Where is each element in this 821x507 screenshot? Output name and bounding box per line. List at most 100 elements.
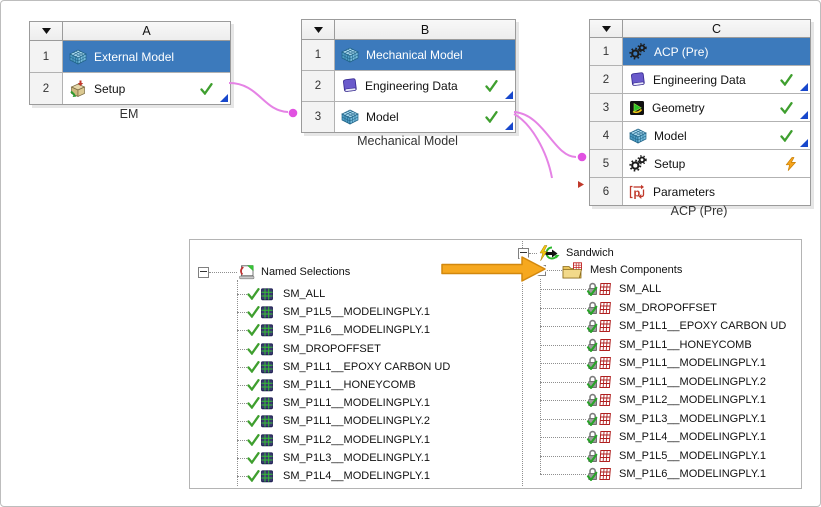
system-cell[interactable]: Model <box>623 122 810 149</box>
cell-status <box>200 82 213 95</box>
check-icon <box>485 80 498 92</box>
row-number-cell[interactable]: 1 <box>30 41 63 72</box>
tree-item[interactable]: SM_P1L1__MODELINGPLY.2 <box>237 412 430 430</box>
system-cell-selected[interactable]: External Model <box>63 41 230 72</box>
tree-branch-line <box>522 269 535 271</box>
header-dropdown-button[interactable] <box>30 22 63 40</box>
expand-collapse-toggle[interactable] <box>535 264 546 276</box>
tree-item-label: SM_P1L1__MODELINGPLY.2 <box>283 415 430 427</box>
tree-node-named-selections[interactable]: Named Selections <box>198 263 350 281</box>
row-number-cell[interactable]: 1 <box>590 38 623 65</box>
tree-item[interactable]: SM_ALL <box>540 280 661 298</box>
system-header: B <box>302 20 515 40</box>
lock-check-icon <box>586 449 599 463</box>
row-number-cell[interactable]: 5 <box>590 150 623 177</box>
system-c: C 1 ACP (Pre) 2 Engineering Data 3 Geometry 4 Mo… <box>589 19 811 206</box>
tree-vline-right-root <box>522 262 523 486</box>
expand-collapse-toggle[interactable] <box>518 247 529 259</box>
tree-item[interactable]: SM_P1L6__MODELINGPLY.1 <box>540 465 766 483</box>
tree-item[interactable]: SM_P1L5__MODELINGPLY.1 <box>237 303 430 321</box>
cell-label: Setup <box>94 81 126 96</box>
tree-item[interactable]: SM_P1L1__HONEYCOMB <box>237 376 416 394</box>
row-number-cell[interactable]: 2 <box>590 66 623 93</box>
system-a: A 1 External Model 2 Setup <box>29 21 231 105</box>
tree-item-label: SM_ALL <box>283 288 326 300</box>
tree-branch-line <box>209 271 237 273</box>
tree-node-mesh-components[interactable]: Mesh Components <box>522 261 682 279</box>
system-cell[interactable]: Geometry <box>623 94 810 121</box>
row-number-cell[interactable]: 2 <box>30 73 63 104</box>
mesh-block-icon <box>69 49 87 65</box>
tree-item[interactable]: SM_P1L4__MODELINGPLY.1 <box>540 428 766 446</box>
system-cell[interactable]: Model <box>335 102 515 132</box>
system-letter: A <box>142 24 151 38</box>
system-header: A <box>30 22 230 41</box>
tree-item[interactable]: SM_P1L1__EPOXY CARBON UD <box>237 358 450 376</box>
tree-item[interactable]: SM_P1L1__MODELINGPLY.1 <box>540 354 766 372</box>
check-icon <box>485 111 498 123</box>
tree-item[interactable]: SM_P1L4__MODELINGPLY.1 <box>237 467 430 485</box>
expand-collapse-toggle[interactable] <box>198 266 209 278</box>
tree-item[interactable]: SM_P1L5__MODELINGPLY.1 <box>540 447 766 465</box>
tree-item[interactable]: SM_P1L1__MODELINGPLY.2 <box>540 373 766 391</box>
system-cell[interactable]: Engineering Data <box>623 66 810 93</box>
tree-item[interactable]: SM_ALL <box>237 285 325 303</box>
svg-text:p: p <box>634 187 641 199</box>
tree-node-sandwich[interactable]: Sandwich <box>518 244 614 262</box>
tree-item[interactable]: SM_P1L1__EPOXY CARBON UD <box>540 317 786 335</box>
row-number-cell[interactable]: 6 <box>590 178 623 205</box>
ns-grid-icon <box>260 360 274 374</box>
tree-branch-line <box>237 384 247 386</box>
system-cell-row: 3 Model <box>302 102 515 132</box>
cell-label: Setup <box>654 156 686 171</box>
tree-item[interactable]: SM_DROPOFFSET <box>237 340 381 358</box>
tree-item[interactable]: SM_P1L3__MODELINGPLY.1 <box>237 449 430 467</box>
tree-branch-line <box>237 366 247 368</box>
tree-panel: Named Selections SM_ALL SM_P1L5__MODELINGP… <box>189 239 802 489</box>
tree-item[interactable]: SM_P1L1__MODELINGPLY.1 <box>237 394 430 412</box>
system-cell-row: 1 ACP (Pre) <box>590 38 810 66</box>
tree-item-label: Named Selections <box>261 266 351 278</box>
tree-item[interactable]: SM_P1L2__MODELINGPLY.1 <box>237 431 430 449</box>
parameters-icon: p <box>629 184 646 200</box>
row-number-cell[interactable]: 3 <box>302 102 335 132</box>
system-cell[interactable]: Setup <box>623 150 810 177</box>
tree-branch-line <box>540 325 586 327</box>
cell-label: Model <box>654 128 687 143</box>
header-dropdown-button[interactable] <box>590 20 623 37</box>
row-number-cell[interactable]: 2 <box>302 71 335 101</box>
ns-grid-icon <box>260 287 274 301</box>
tree-item-label: SM_P1L6__MODELINGPLY.1 <box>619 468 766 480</box>
cell-label: External Model <box>94 49 175 64</box>
tree-branch-line <box>540 307 586 309</box>
connector-line-b-partial <box>513 113 553 179</box>
tree-item-label: SM_P1L3__MODELINGPLY.1 <box>619 413 766 425</box>
system-cell-selected[interactable]: ACP (Pre) <box>623 38 810 65</box>
tree-item[interactable]: SM_P1L6__MODELINGPLY.1 <box>237 321 430 339</box>
system-cell[interactable]: Setup <box>63 73 230 104</box>
row-number-cell[interactable]: 3 <box>590 94 623 121</box>
cell-label: Engineering Data <box>365 79 458 93</box>
tree-item[interactable]: SM_P1L2__MODELINGPLY.1 <box>540 391 766 409</box>
row-number-cell[interactable]: 1 <box>302 40 335 70</box>
tree-item[interactable]: SM_P1L1__HONEYCOMB <box>540 336 752 354</box>
red-grid-icon <box>599 301 612 315</box>
connector-line-a-to-b <box>228 82 298 118</box>
tree-item-label: Mesh Components <box>590 264 683 276</box>
ns-grid-icon <box>260 323 274 337</box>
tree-item-label: SM_DROPOFFSET <box>619 302 717 314</box>
system-letter: C <box>711 21 722 36</box>
tree-branch-line <box>237 457 247 459</box>
cell-status <box>485 80 498 92</box>
cell-label: Engineering Data <box>653 72 746 87</box>
system-cell[interactable]: p Parameters <box>623 178 810 205</box>
row-number-cell[interactable]: 4 <box>590 122 623 149</box>
red-grid-icon <box>599 338 612 352</box>
tree-item[interactable]: SM_DROPOFFSET <box>540 299 717 317</box>
tree-item[interactable]: SM_P1L3__MODELINGPLY.1 <box>540 410 766 428</box>
system-cell[interactable]: Engineering Data <box>335 71 515 101</box>
workbench-schematic-screenshot: A 1 External Model 2 Setup B 1 Mechanical Model… <box>0 0 821 507</box>
header-dropdown-button[interactable] <box>302 20 335 39</box>
cell-label: Parameters <box>653 184 716 199</box>
system-cell-selected[interactable]: Mechanical Model <box>335 40 515 70</box>
